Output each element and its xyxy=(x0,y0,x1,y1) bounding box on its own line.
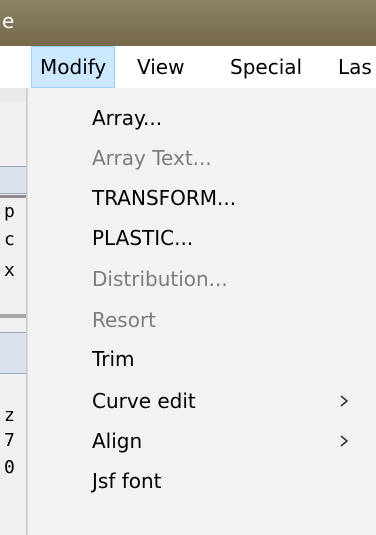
modify-dropdown-menu: Array... Array Text... TRANSFORM... PLAS… xyxy=(27,88,376,535)
window-title: e xyxy=(2,9,15,33)
menu-item-curve-edit[interactable]: Curve edit xyxy=(27,381,376,421)
menu-item-array[interactable]: Array... xyxy=(27,98,376,138)
menu-item-array-text[interactable]: Array Text... xyxy=(27,138,376,178)
menu-item-jsf-font[interactable]: Jsf font xyxy=(27,461,376,501)
menu-special[interactable]: Special xyxy=(222,46,310,88)
menu-bar: Modify View Special Las xyxy=(0,46,376,89)
strip-divider xyxy=(0,195,27,198)
menu-item-label: Resort xyxy=(92,308,157,332)
strip-text: 0 xyxy=(4,457,15,478)
menu-item-label: Array Text... xyxy=(92,146,212,170)
menu-item-resort[interactable]: Resort xyxy=(27,300,376,340)
menu-view[interactable]: View xyxy=(129,46,192,88)
strip-text: x xyxy=(4,260,15,281)
menu-las[interactable]: Las xyxy=(330,46,376,88)
menu-item-align[interactable]: Align xyxy=(27,421,376,461)
chevron-right-icon xyxy=(340,395,349,407)
strip-text: c xyxy=(4,229,15,250)
strip-band xyxy=(0,332,27,374)
menu-item-label: Align xyxy=(92,429,143,453)
strip-divider xyxy=(0,314,27,318)
menu-item-label: Distribution... xyxy=(92,267,228,291)
menu-item-label: Trim xyxy=(92,347,135,371)
menu-item-label: TRANSFORM... xyxy=(92,186,237,210)
strip-text: p xyxy=(4,201,15,222)
strip-band xyxy=(0,166,27,194)
strip-band xyxy=(0,88,27,102)
strip-text: 7 xyxy=(4,430,15,451)
menu-item-distribution[interactable]: Distribution... xyxy=(27,259,376,299)
menu-modify[interactable]: Modify xyxy=(31,46,116,88)
title-bar: e xyxy=(0,0,376,46)
strip-text: z xyxy=(4,405,15,426)
chevron-right-icon xyxy=(340,435,349,447)
menu-item-label: PLASTIC... xyxy=(92,226,194,250)
menu-item-label: Jsf font xyxy=(92,469,162,493)
menu-item-label: Array... xyxy=(92,106,163,130)
menu-item-plastic[interactable]: PLASTIC... xyxy=(27,218,376,258)
menu-item-trim[interactable]: Trim xyxy=(27,339,376,379)
menu-item-label: Curve edit xyxy=(92,389,196,413)
menu-item-transform[interactable]: TRANSFORM... xyxy=(27,178,376,218)
background-window-strip: p c x z 7 0 xyxy=(0,88,27,535)
